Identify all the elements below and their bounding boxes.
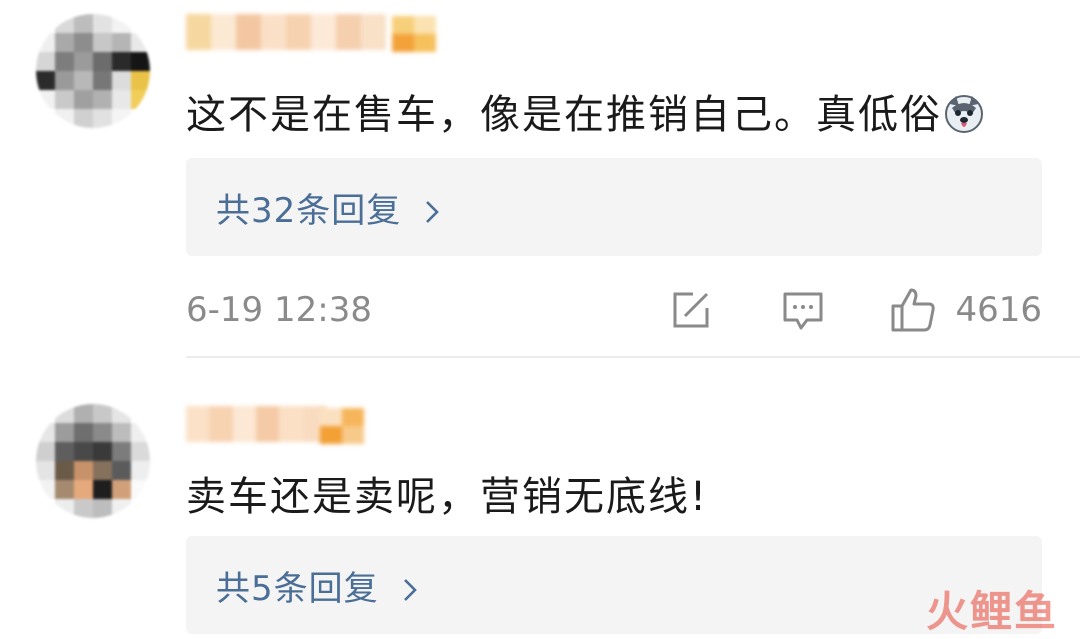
comment-divider [186, 356, 1080, 358]
avatar[interactable] [36, 14, 150, 128]
watermark-logo: 火鲤鱼 [925, 587, 1058, 636]
share-button[interactable] [669, 288, 713, 332]
share-edit-icon [673, 292, 709, 328]
like-button[interactable]: 4616 [889, 286, 1042, 334]
comment-timestamp: 6-19 12:38 [186, 290, 372, 330]
comment-button[interactable] [781, 288, 825, 332]
comment-meta: 6-19 12:38 4616 [186, 286, 1042, 334]
comment-text: 卖车还是卖呢，营销无底线! [186, 474, 709, 520]
replies-count-label: 共32条回复 [216, 190, 402, 231]
comment-text-content: 这不是在售车，像是在推销自己。真低俗 [186, 92, 942, 138]
comment-item: 这不是在售车，像是在推销自己。真低俗 共32条回复 6-19 12:38 461… [0, 0, 1080, 360]
username-blurred[interactable] [186, 14, 386, 50]
view-replies-button[interactable]: 共5条回复 [186, 536, 1042, 634]
vip-badge-icon [392, 16, 436, 52]
comment-text: 这不是在售车，像是在推销自己。真低俗 [186, 82, 984, 140]
chevron-right-icon [419, 194, 445, 223]
username-blurred[interactable] [186, 406, 326, 442]
comment-item: 卖车还是卖呢，营销无底线! 共5条回复 [0, 392, 1080, 634]
avatar[interactable] [36, 404, 150, 518]
view-replies-button[interactable]: 共32条回复 [186, 158, 1042, 256]
replies-count-label: 共5条回复 [216, 568, 379, 609]
husky-dog-emoji-icon [944, 94, 984, 134]
vip-badge-icon [320, 408, 364, 444]
chevron-right-icon [397, 572, 423, 601]
comment-bubble-icon [783, 292, 823, 330]
thumbs-up-icon [891, 288, 936, 332]
like-count: 4616 [955, 290, 1042, 330]
